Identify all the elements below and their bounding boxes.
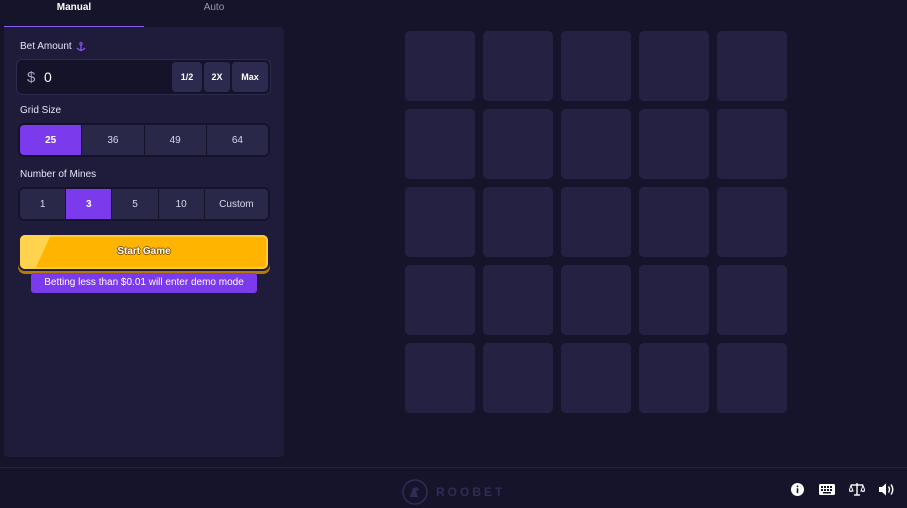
mine-tile[interactable] [561, 265, 631, 335]
mine-tile[interactable] [639, 265, 709, 335]
demo-mode-note: Betting less than $0.01 will enter demo … [31, 273, 257, 293]
footer-icons [789, 482, 895, 496]
bet-amount-input[interactable] [44, 66, 164, 88]
balance-scale-icon[interactable] [849, 482, 865, 496]
kangaroo-logo-icon [402, 479, 428, 505]
mine-tile[interactable] [717, 265, 787, 335]
mine-tile[interactable] [405, 187, 475, 257]
double-bet-button[interactable]: 2X [204, 62, 230, 92]
mine-tile[interactable] [483, 109, 553, 179]
mines-option-5[interactable]: 5 [112, 189, 158, 219]
mine-tile[interactable] [405, 109, 475, 179]
keyboard-icon[interactable] [819, 482, 835, 496]
start-game-button[interactable]: Start Game [18, 233, 270, 271]
bet-panel: Bet Amount $ 1/2 2X Max Grid Size 25 36 … [4, 27, 284, 457]
grid-size-option-64[interactable]: 64 [206, 125, 268, 155]
mine-tile[interactable] [639, 31, 709, 101]
anchor-icon [76, 41, 86, 52]
dollar-icon: $ [27, 69, 36, 86]
logo-text: ROOBET [436, 485, 506, 499]
tab-manual[interactable]: Manual [4, 0, 144, 27]
bet-amount-label-row: Bet Amount [20, 41, 86, 52]
mine-tile[interactable] [483, 343, 553, 413]
mines-option-custom[interactable]: Custom [204, 189, 269, 219]
mine-tile[interactable] [717, 109, 787, 179]
mine-tile[interactable] [717, 31, 787, 101]
grid-size-option-36[interactable]: 36 [82, 125, 144, 155]
tab-auto[interactable]: Auto [144, 0, 284, 27]
mine-tile[interactable] [483, 187, 553, 257]
mine-tile[interactable] [561, 343, 631, 413]
half-bet-button[interactable]: 1/2 [172, 62, 202, 92]
mine-tile[interactable] [639, 343, 709, 413]
grid-size-option-25[interactable]: 25 [20, 125, 82, 155]
mine-tile[interactable] [639, 187, 709, 257]
mine-tile[interactable] [405, 343, 475, 413]
grid-size-label: Grid Size [20, 105, 62, 116]
mine-tile[interactable] [405, 31, 475, 101]
bet-amount-label: Bet Amount [20, 41, 72, 52]
max-bet-button[interactable]: Max [232, 62, 268, 92]
mines-selector: 1 3 5 10 Custom [18, 187, 270, 221]
mine-tile[interactable] [483, 265, 553, 335]
mines-option-1[interactable]: 1 [20, 189, 66, 219]
mines-option-10[interactable]: 10 [158, 189, 204, 219]
mode-tabs: Manual Auto [4, 0, 284, 27]
bet-amount-field: $ 1/2 2X Max [16, 59, 271, 95]
mine-tile[interactable] [561, 187, 631, 257]
start-game-label: Start Game [117, 246, 171, 257]
mine-tile[interactable] [561, 109, 631, 179]
footer: ROOBET [0, 467, 907, 508]
roobet-logo: ROOBET [402, 479, 505, 505]
mines-label: Number of Mines [20, 169, 97, 180]
mine-tile[interactable] [717, 343, 787, 413]
info-icon[interactable] [789, 482, 805, 496]
grid-size-selector: 25 36 49 64 [18, 123, 270, 157]
bet-modifier-buttons: 1/2 2X Max [172, 62, 268, 92]
mine-tile[interactable] [483, 31, 553, 101]
mine-tile[interactable] [561, 31, 631, 101]
mines-board [405, 31, 787, 413]
mine-tile[interactable] [717, 187, 787, 257]
grid-size-option-49[interactable]: 49 [144, 125, 206, 155]
volume-icon[interactable] [879, 482, 895, 496]
mines-option-3[interactable]: 3 [66, 189, 112, 219]
mine-tile[interactable] [405, 265, 475, 335]
mine-tile[interactable] [639, 109, 709, 179]
